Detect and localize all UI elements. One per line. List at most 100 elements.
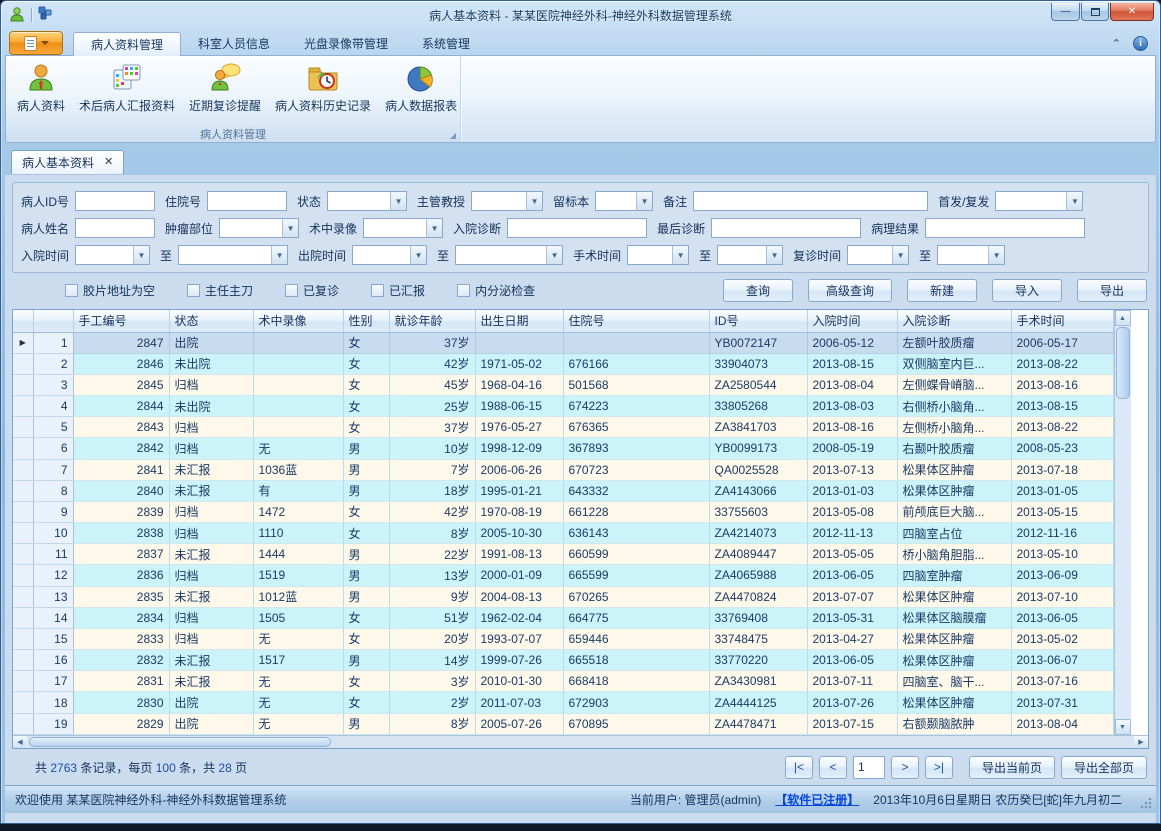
chevron-down-icon[interactable]: ▼ (390, 192, 406, 210)
table-row[interactable]: 72841未汇报1036蓝男7岁2006-06-26670723QA002552… (13, 459, 1113, 480)
table-row[interactable]: 102838归档1110女8岁2005-10-30636143ZA4214073… (13, 523, 1113, 544)
table-cell[interactable]: 四脑室占位 (897, 523, 1011, 544)
checkbox-endocrine-exam[interactable]: 内分泌检查 (457, 282, 535, 299)
table-cell[interactable]: 2013-08-22 (1011, 353, 1113, 374)
table-cell[interactable]: 桥小脑角胆脂... (897, 544, 1011, 565)
row-selector[interactable] (13, 586, 33, 607)
chevron-down-icon[interactable]: ▼ (426, 219, 442, 237)
table-cell[interactable]: 女 (343, 671, 389, 692)
advanced-query-button[interactable]: 高级查询 (808, 279, 892, 302)
table-row[interactable]: 92839归档1472女42岁1970-08-19661228337556032… (13, 501, 1113, 522)
table-cell[interactable]: 2013-06-07 (1011, 650, 1113, 671)
table-row[interactable]: 122836归档1519男13岁2000-01-09665599ZA406598… (13, 565, 1113, 586)
license-registered-link[interactable]: 【软件已注册】 (775, 791, 859, 808)
table-cell[interactable]: 2838 (73, 523, 169, 544)
table-row[interactable]: 152833归档无女20岁1993-07-0765944633748475201… (13, 628, 1113, 649)
table-row[interactable]: 132835未汇报1012蓝男9岁2004-08-13670265ZA44708… (13, 586, 1113, 607)
table-row[interactable]: 82840未汇报有男18岁1995-01-21643332ZA414306620… (13, 480, 1113, 501)
table-cell[interactable]: 2013-07-13 (807, 459, 897, 480)
table-cell[interactable]: 未出院 (169, 353, 253, 374)
column-header[interactable]: 性别 (343, 310, 389, 332)
table-cell[interactable]: 2006-05-17 (1011, 332, 1113, 353)
table-cell[interactable]: 1472 (253, 501, 343, 522)
table-cell[interactable]: 男 (343, 713, 389, 734)
table-cell[interactable] (253, 374, 343, 395)
row-number[interactable]: 13 (33, 586, 73, 607)
table-cell[interactable]: 1993-07-07 (475, 628, 563, 649)
table-cell[interactable]: 未汇报 (169, 480, 253, 501)
maximize-button[interactable] (1081, 3, 1109, 21)
patient-id-input[interactable] (75, 191, 155, 211)
table-cell[interactable]: 33755603 (709, 501, 807, 522)
table-row[interactable]: 172831未汇报无女3岁2010-01-30668418ZA343098120… (13, 671, 1113, 692)
table-cell[interactable]: 未汇报 (169, 650, 253, 671)
table-cell[interactable]: 367893 (563, 438, 709, 459)
table-cell[interactable]: 有 (253, 480, 343, 501)
admission-time-to-select[interactable]: ▼ (178, 245, 288, 265)
table-cell[interactable]: 1962-02-04 (475, 607, 563, 628)
row-selector[interactable] (13, 438, 33, 459)
ribbon-tab-staff-info[interactable]: 科室人员信息 (181, 31, 287, 55)
row-selector-arrow-icon[interactable]: ▶ (13, 332, 33, 353)
row-selector[interactable] (13, 417, 33, 438)
table-cell[interactable]: 2835 (73, 586, 169, 607)
row-number[interactable]: 4 (33, 396, 73, 417)
column-header[interactable]: 手术时间 (1011, 310, 1113, 332)
table-cell[interactable]: 2832 (73, 650, 169, 671)
checkbox-chief-surgeon[interactable]: 主任主刀 (187, 282, 253, 299)
table-cell[interactable]: 松果体区肿瘤 (897, 586, 1011, 607)
table-cell[interactable]: 9岁 (389, 586, 475, 607)
checkbox-icon[interactable] (457, 284, 470, 297)
row-number[interactable]: 12 (33, 565, 73, 586)
table-cell[interactable]: 归档 (169, 417, 253, 438)
specimen-select[interactable]: ▼ (595, 191, 653, 211)
horizontal-scrollbar-thumb[interactable] (29, 737, 331, 747)
final-dx-input[interactable] (711, 218, 861, 238)
chevron-down-icon[interactable]: ▼ (988, 246, 1004, 264)
scroll-up-icon[interactable]: ▲ (1115, 310, 1131, 326)
doc-tab-patient-basic-info[interactable]: 病人基本资料 ✕ (11, 150, 124, 174)
table-row[interactable]: 162832未汇报1517男14岁1999-07-266655183377022… (13, 650, 1113, 671)
table-cell[interactable]: 2845 (73, 374, 169, 395)
table-cell[interactable]: 2013-06-05 (807, 650, 897, 671)
table-cell[interactable]: 女 (343, 353, 389, 374)
table-cell[interactable]: 2013-05-15 (1011, 501, 1113, 522)
table-row[interactable]: 22846未出院女42岁1971-05-02676166339040732013… (13, 353, 1113, 374)
table-cell[interactable]: 男 (343, 438, 389, 459)
table-cell[interactable]: 33748475 (709, 628, 807, 649)
chevron-down-icon[interactable]: ▼ (636, 192, 652, 210)
followup-reminder-button[interactable]: 近期复诊提醒 (182, 59, 268, 116)
table-cell[interactable]: 归档 (169, 607, 253, 628)
table-cell[interactable]: 10岁 (389, 438, 475, 459)
export-all-pages-button[interactable]: 导出全部页 (1061, 756, 1147, 779)
table-cell[interactable]: 1519 (253, 565, 343, 586)
table-cell[interactable]: 1988-06-15 (475, 396, 563, 417)
table-cell[interactable]: 674223 (563, 396, 709, 417)
vertical-scrollbar-track[interactable] (1115, 400, 1131, 719)
chevron-down-icon[interactable]: ▼ (546, 246, 562, 264)
row-number[interactable]: 11 (33, 544, 73, 565)
table-cell[interactable]: 42岁 (389, 353, 475, 374)
intraop-video-select[interactable]: ▼ (363, 218, 443, 238)
table-cell[interactable]: 51岁 (389, 607, 475, 628)
table-cell[interactable]: 男 (343, 565, 389, 586)
table-cell[interactable]: 1976-05-27 (475, 417, 563, 438)
table-cell[interactable]: 2013-05-05 (807, 544, 897, 565)
table-cell[interactable]: ZA3841703 (709, 417, 807, 438)
table-cell[interactable]: 松果体区脑膜瘤 (897, 607, 1011, 628)
close-tab-icon[interactable]: ✕ (104, 157, 113, 168)
prev-page-button[interactable]: < (819, 756, 847, 779)
table-cell[interactable]: 2013-05-02 (1011, 628, 1113, 649)
table-cell[interactable]: 1968-04-16 (475, 374, 563, 395)
table-cell[interactable]: 未出院 (169, 396, 253, 417)
scroll-down-icon[interactable]: ▼ (1115, 719, 1131, 735)
table-cell[interactable]: 2013-01-03 (807, 480, 897, 501)
table-cell[interactable]: 归档 (169, 628, 253, 649)
table-cell[interactable]: 2013-08-16 (1011, 374, 1113, 395)
scroll-left-icon[interactable]: ◀ (13, 736, 27, 748)
vertical-scrollbar-thumb[interactable] (1116, 327, 1130, 399)
table-cell[interactable]: 2006-05-12 (807, 332, 897, 353)
table-cell[interactable]: ZA4065988 (709, 565, 807, 586)
chevron-down-icon[interactable]: ▼ (271, 246, 287, 264)
column-header[interactable]: ID号 (709, 310, 807, 332)
